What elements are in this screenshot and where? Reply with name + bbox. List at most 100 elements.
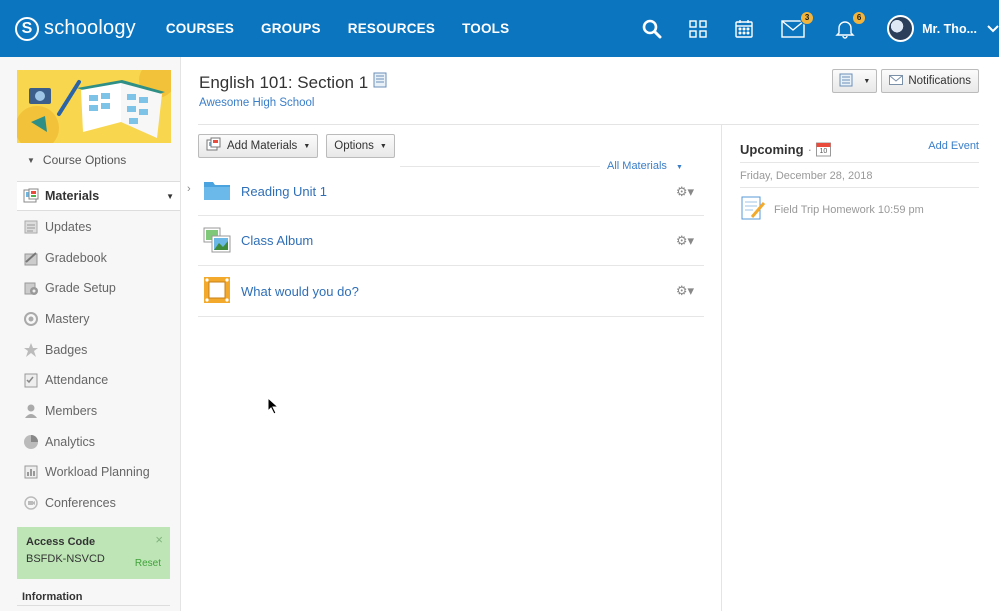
list-item[interactable]: What would you do? ⚙▾ — [198, 266, 704, 317]
sidebar-item-analytics[interactable]: Analytics — [17, 427, 180, 457]
caret-down-icon[interactable]: ▼ — [166, 192, 174, 201]
add-materials-icon — [206, 137, 221, 155]
search-icon[interactable] — [640, 17, 664, 41]
caret-down-icon: ▼ — [303, 142, 311, 150]
course-profile-icon — [839, 73, 853, 90]
upcoming-heading: Upcoming · 10 — [740, 141, 831, 157]
sidebar-item-label: Gradebook — [45, 251, 107, 265]
sidebar-item-members[interactable]: Members — [17, 396, 180, 426]
upcoming-separator: · — [807, 141, 812, 157]
sidebar-item-label: Workload Planning — [45, 465, 150, 479]
upcoming-date-text: Friday, December 28, 2018 — [740, 170, 873, 182]
page-title: English 101: Section 1 — [199, 72, 387, 93]
chevron-down-icon — [987, 21, 999, 36]
schoology-logo[interactable]: S schoology — [15, 16, 136, 41]
apps-grid-icon[interactable] — [686, 17, 710, 41]
material-title[interactable]: What would you do? — [241, 284, 359, 299]
sidebar-item-label: Badges — [45, 343, 88, 357]
sidebar-item-badges[interactable]: Badges — [17, 335, 180, 365]
access-code-title: Access Code — [26, 536, 96, 548]
sidebar-item-updates[interactable]: Updates — [17, 212, 180, 242]
notifications-label: Notifications — [908, 75, 971, 87]
upcoming-event[interactable]: Field Trip Homework 10:59 pm — [740, 195, 924, 224]
nav-tools[interactable]: TOOLS — [462, 21, 509, 36]
album-icon — [203, 227, 231, 256]
material-title[interactable]: Reading Unit 1 — [241, 184, 327, 199]
notifications-bell-icon[interactable]: 6 — [833, 10, 867, 41]
sidebar-item-conferences[interactable]: Conferences — [17, 488, 180, 518]
notifications-badge: 6 — [852, 10, 867, 25]
close-icon[interactable]: × — [155, 532, 163, 547]
divider — [17, 605, 170, 606]
calendar-icon[interactable]: 10 — [815, 141, 831, 157]
divider — [198, 124, 979, 125]
divider — [400, 166, 600, 167]
updates-icon — [22, 218, 40, 236]
members-icon — [22, 402, 40, 420]
sidebar-item-gradebook[interactable]: Gradebook — [17, 243, 180, 273]
workload-icon — [22, 463, 40, 481]
sidebar-item-label: Analytics — [45, 435, 96, 449]
sidebar-item-label: Materials — [45, 189, 100, 203]
course-options-toggle[interactable]: ▼ Course Options — [27, 153, 126, 167]
upcoming-event-text: Field Trip Homework 10:59 pm — [774, 203, 924, 216]
sidebar-item-mastery[interactable]: Mastery — [17, 304, 180, 334]
messages-icon[interactable]: 3 — [781, 10, 815, 41]
upcoming-title: Upcoming — [740, 141, 804, 157]
access-code-panel: Access Code BSFDK-NSVCD Reset × — [17, 527, 170, 579]
sidebar-item-label: Mastery — [45, 312, 90, 326]
course-title-text: English 101: Section 1 — [199, 72, 369, 92]
calendar-icon[interactable] — [732, 17, 756, 41]
discussion-icon — [203, 276, 231, 307]
mastery-icon — [22, 310, 40, 328]
conferences-icon — [22, 494, 40, 512]
sidebar-item-label: Updates — [45, 220, 92, 234]
materials-icon — [22, 187, 40, 205]
user-menu[interactable]: Mr. Tho... — [887, 15, 999, 42]
envelope-icon — [889, 74, 904, 88]
avatar — [887, 15, 915, 42]
school-link[interactable]: Awesome High School — [199, 97, 315, 109]
chevron-right-icon[interactable]: › — [187, 183, 191, 195]
sidebar-item-materials[interactable]: Materials ▼ — [17, 181, 180, 211]
list-item[interactable]: Reading Unit 1 ⚙▾ — [198, 168, 704, 216]
folder-icon — [203, 179, 231, 204]
sidebar-item-grade-setup[interactable]: Grade Setup — [17, 273, 180, 303]
main-nav-links: COURSES GROUPS RESOURCES TOOLS — [166, 21, 536, 36]
course-image — [17, 70, 171, 143]
top-navigation-bar: S schoology COURSES GROUPS RESOURCES TOO… — [0, 0, 999, 57]
nav-courses[interactable]: COURSES — [166, 21, 234, 36]
gear-icon[interactable]: ⚙▾ — [676, 184, 694, 200]
add-event-link[interactable]: Add Event — [928, 140, 979, 152]
material-title[interactable]: Class Album — [241, 233, 313, 248]
caret-down-icon: ▼ — [27, 155, 35, 165]
options-button[interactable]: Options ▼ — [326, 134, 395, 158]
analytics-icon — [22, 433, 40, 451]
nav-right-tools: 3 6 Mr. Tho... — [640, 0, 999, 57]
upcoming-date: Friday, December 28, 2018 — [740, 162, 979, 188]
gear-icon[interactable]: ⚙▾ — [676, 283, 694, 299]
add-materials-button[interactable]: Add Materials ▼ — [198, 134, 319, 158]
course-info-icon[interactable] — [373, 72, 387, 93]
options-label: Options — [334, 140, 374, 152]
sidebar-item-attendance[interactable]: Attendance — [17, 365, 180, 395]
sidebar-item-label: Members — [45, 404, 98, 418]
sidebar-item-workload-planning[interactable]: Workload Planning — [17, 457, 180, 487]
course-options-label: Course Options — [42, 153, 127, 167]
gear-icon[interactable]: ⚙▾ — [676, 233, 694, 249]
messages-badge: 3 — [800, 10, 815, 25]
nav-groups[interactable]: GROUPS — [261, 21, 321, 36]
course-profile-dropdown[interactable]: ▼ — [832, 69, 878, 93]
notifications-button[interactable]: Notifications — [881, 69, 979, 93]
logo-icon: S — [15, 16, 39, 41]
grade-setup-icon — [22, 279, 40, 297]
sidebar-item-label: Conferences — [45, 496, 116, 510]
access-code-reset-link[interactable]: Reset — [135, 558, 161, 569]
header-actions: ▼ Notifications — [832, 69, 979, 93]
course-sidebar: ▼ Course Options Materials ▼ Updates Gra… — [0, 57, 181, 611]
materials-toolbar: Add Materials ▼ Options ▼ — [198, 134, 395, 158]
list-item[interactable]: Class Album ⚙▾ — [198, 216, 704, 266]
logo-text: schoology — [44, 17, 136, 39]
attendance-icon — [22, 371, 40, 389]
nav-resources[interactable]: RESOURCES — [348, 21, 435, 36]
